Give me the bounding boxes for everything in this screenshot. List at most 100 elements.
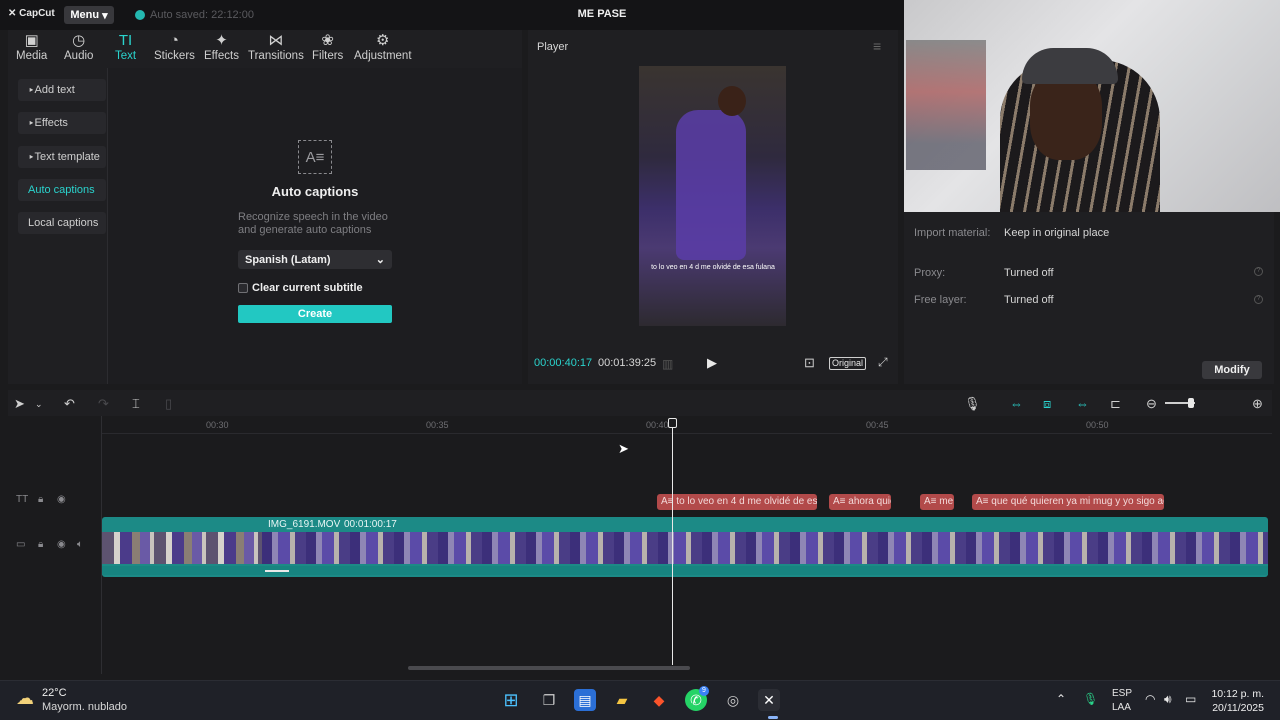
sidebar-item-effects[interactable]: ‣ Effects [18,112,106,134]
player-title: Player [537,41,569,53]
tab-transitions[interactable]: ⋈ Transitions [248,32,304,66]
microphone-icon[interactable]: 🎙 [964,396,981,412]
split-icon[interactable]: ⌶ [132,396,140,412]
text-track-icon: TT [16,494,29,505]
chevron-down-icon: ⌄ [375,254,385,266]
weather-temperature[interactable]: 22°C [42,687,67,699]
zoom-in-icon[interactable]: ⊕ [1252,396,1263,412]
sidebar-item-add-text[interactable]: ‣ Add text [18,79,106,101]
playhead-line[interactable] [672,420,673,665]
weather-description[interactable]: Mayorm. nublado [42,701,127,713]
auto-snap-icon[interactable]: ⧈ [1043,396,1051,412]
undo-icon[interactable]: ↶ [64,396,75,412]
modify-button[interactable]: Modify [1202,361,1262,379]
tab-filters[interactable]: ❀ Filters [312,32,343,66]
eye-icon[interactable]: ◉ [57,494,66,505]
webcam-cap [1022,48,1118,84]
caption-clip[interactable]: A≡ me [920,494,954,510]
select-cursor-icon[interactable]: ➤ [14,396,25,412]
wifi-icon[interactable]: ◠ [1145,692,1155,706]
tab-text[interactable]: TI Text [115,32,136,66]
chevron-down-icon[interactable]: ⌄ [35,399,43,410]
file-explorer-icon[interactable]: ▰ [611,689,633,711]
input-language[interactable]: ESP [1112,688,1132,699]
horizontal-scrollbar[interactable] [408,666,690,670]
whatsapp-badge: 9 [699,686,709,696]
zoom-slider-handle[interactable] [1188,398,1194,408]
play-button[interactable]: ▶ [707,355,717,371]
windows-start-icon[interactable]: ⊞ [500,689,522,711]
fit-screen-icon[interactable]: ⊡ [804,355,815,371]
caption-clip[interactable]: A≡ ahora quie [829,494,891,510]
recorder-icon[interactable]: ◎ [722,689,744,711]
hamburger-icon[interactable]: ≡ [873,38,881,54]
ruler-label: 00:45 [866,420,889,430]
redo-icon[interactable]: ↷ [98,396,109,412]
speaker-icon[interactable]: 🔈︎ [77,539,83,550]
mouse-cursor-icon: ➤ [618,441,629,456]
fullscreen-icon[interactable]: ⤢ [878,355,888,370]
current-timecode: 00:00:40:17 [534,357,593,369]
chevron-up-icon[interactable]: ⌃ [1056,692,1066,706]
ratio-original-button[interactable]: Original [829,357,867,370]
help-icon[interactable]: ? [1254,267,1263,276]
video-track-icon: ▭ [16,539,26,550]
store-icon[interactable]: ▤ [574,689,596,711]
preview-axis-icon[interactable]: ⊏ [1110,396,1121,412]
audio-icon: ◷ [72,32,86,49]
keyboard-layout[interactable]: LAA [1112,702,1131,713]
clip-duration: 00:01:00:17 [344,519,397,530]
caption-clip[interactable]: A≡ to lo veo en 4 d me olvidé de esa [657,494,817,510]
playhead-handle[interactable] [668,418,677,428]
tab-media[interactable]: ▣ Media [16,32,47,66]
sidebar-item-auto-captions[interactable]: Auto captions [18,179,106,201]
ruler-label: 00:35 [426,420,449,430]
eye-icon[interactable]: ◉ [57,539,66,550]
clock-date[interactable]: 20/11/2025 [1208,702,1264,714]
video-subject [676,110,746,260]
delete-icon[interactable]: ▯ [165,396,172,412]
total-timecode: 00:01:39:25 [598,357,657,369]
lock-icon[interactable]: 🔒︎ [38,494,43,505]
tab-adjustment[interactable]: ⚙ Adjustment [354,32,412,66]
lock-icon[interactable]: 🔒︎ [38,539,43,550]
language-select[interactable]: Spanish (Latam) ⌄ [238,250,392,269]
grid-icon[interactable]: ▥ [662,357,673,371]
task-view-icon[interactable]: ❐ [538,689,560,711]
weather-cloud-icon[interactable]: ☁ [16,688,34,709]
tab-audio[interactable]: ◷ Audio [64,32,93,66]
sidebar-item-text-template[interactable]: ‣ Text template [18,146,106,168]
tab-effects[interactable]: ✦ Effects [204,32,239,66]
volume-icon[interactable]: 🔊︎ [1164,692,1172,707]
video-thumbnails [262,532,1268,564]
caption-clip[interactable]: A≡ que qué quieren ya mi mug y yo sigo a… [972,494,1164,510]
clip-name: IMG_6191.MOV [268,519,341,530]
proxy-value: Turned off [1004,267,1054,279]
clock-time[interactable]: 10:12 p. m. [1208,688,1264,700]
webcam-background-clothes [906,40,986,170]
menu-button[interactable]: Menu ▾ [64,6,114,24]
clear-subtitle-checkbox[interactable] [238,283,248,293]
media-toolbar: ▣ Media ◷ Audio TI Text ◔ Stickers ✦ Effects … [8,30,522,68]
clear-subtitle-option[interactable]: Clear current subtitle [238,282,363,294]
video-subject-head [718,86,746,116]
project-title: ME PASE [577,8,627,20]
help-icon[interactable]: ? [1254,295,1263,304]
create-button[interactable]: Create [238,305,392,323]
tab-stickers[interactable]: ◔ Stickers [154,32,195,66]
auto-captions-description: Recognize speech in the video and genera… [238,211,388,236]
media-icon: ▣ [24,32,39,49]
capcut-taskbar-icon[interactable]: ✕ [758,689,780,711]
battery-icon[interactable]: ▭ [1185,692,1196,706]
microphone-icon[interactable]: 🎙 [1083,692,1098,706]
main-track-magnet-icon[interactable]: ⇔ [1010,396,1023,411]
capcut-logo: ✕ CapCut [8,8,55,19]
stickers-icon: ◔ [169,32,179,49]
brave-browser-icon[interactable]: ◆ [648,689,670,711]
zoom-out-icon[interactable]: ⊖ [1146,396,1157,412]
sidebar-item-local-captions[interactable]: Local captions [18,212,106,234]
active-app-indicator [768,716,778,719]
linkage-icon[interactable]: ⇔ [1076,396,1089,411]
adjustment-icon: ⚙ [376,32,390,49]
autosave-status: Auto saved: 22:12:00 [135,9,254,21]
